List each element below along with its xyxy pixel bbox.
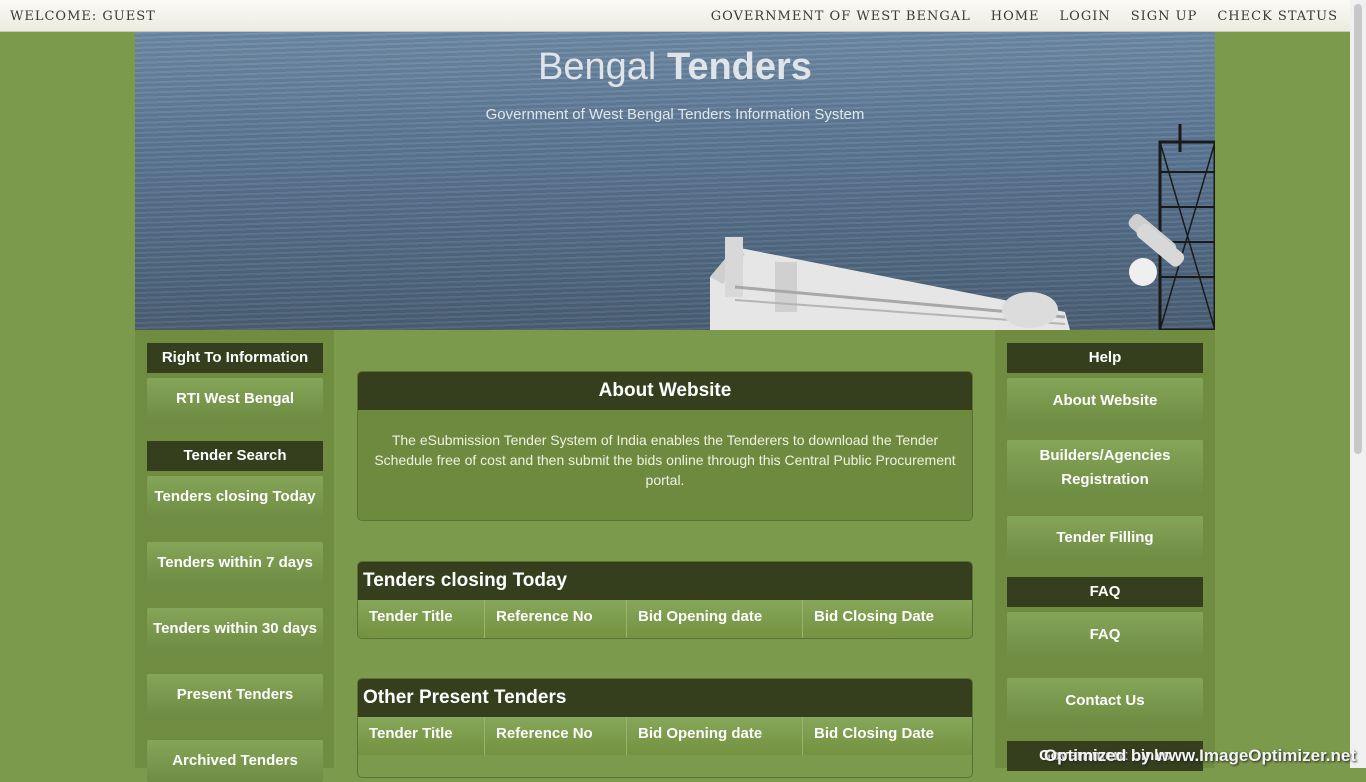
- scrollbar-thumb[interactable]: [1354, 4, 1362, 454]
- watermark-text: Optimized by www.ImageOptimizer.net: [1043, 746, 1356, 765]
- col-reference-no: Reference No: [485, 600, 627, 638]
- welcome-text: WELCOME: GUEST: [10, 9, 156, 24]
- tenders-within-30-days-link[interactable]: Tenders within 30 days: [147, 608, 323, 650]
- right-sidebar: Help About Website Builders/Agencies Reg…: [995, 330, 1215, 771]
- left-sidebar: Right To Information RTI West Bengal Ten…: [135, 330, 334, 782]
- col-tender-title: Tender Title: [358, 717, 485, 755]
- top-nav: GOVERNMENT OF WEST BENGAL HOME LOGIN SIG…: [711, 9, 1338, 24]
- top-bar: WELCOME: GUEST GOVERNMENT OF WEST BENGAL…: [0, 0, 1350, 32]
- faq-link[interactable]: FAQ: [1007, 612, 1203, 658]
- other-present-tenders-title: Other Present Tenders: [358, 679, 972, 717]
- tender-search-heading: Tender Search: [147, 441, 323, 471]
- rti-heading: Right To Information: [147, 343, 323, 373]
- archived-tenders-link[interactable]: Archived Tenders: [147, 740, 323, 782]
- about-website-text: The eSubmission Tender System of India e…: [358, 410, 972, 520]
- col-tender-title: Tender Title: [358, 600, 485, 638]
- contact-us-link[interactable]: Contact Us: [1007, 678, 1203, 724]
- main-content: About Website The eSubmission Tender Sys…: [335, 330, 994, 778]
- hero-banner: Bengal Tenders Government of West Bengal…: [135, 32, 1215, 330]
- tenders-closing-today-link[interactable]: Tenders closing Today: [147, 476, 323, 518]
- help-heading: Help: [1007, 343, 1203, 373]
- site-title-part2: Tenders: [666, 46, 812, 88]
- tenders-within-7-days-link[interactable]: Tenders within 7 days: [147, 542, 323, 584]
- nav-sign-up[interactable]: SIGN UP: [1131, 9, 1198, 24]
- col-bid-closing-date: Bid Closing Date: [814, 608, 935, 625]
- col-bid-closing-date: Bid Closing Date: [814, 725, 935, 742]
- vertical-scrollbar[interactable]: [1350, 0, 1366, 768]
- tender-filling-link[interactable]: Tender Filling: [1007, 516, 1203, 560]
- table-header-row: Tender Title Reference No Bid Opening da…: [358, 600, 972, 638]
- nav-login[interactable]: LOGIN: [1060, 9, 1111, 24]
- about-website-panel: About Website The eSubmission Tender Sys…: [357, 371, 973, 521]
- col-reference-no: Reference No: [485, 717, 627, 755]
- builders-agencies-registration-link[interactable]: Builders/Agencies Registration: [1007, 440, 1203, 496]
- col-bid-opening-date: Bid Opening date: [627, 717, 803, 755]
- about-website-link[interactable]: About Website: [1007, 378, 1203, 424]
- other-present-tenders-panel: Other Present Tenders Tender Title Refer…: [357, 678, 973, 778]
- nav-home[interactable]: HOME: [991, 9, 1040, 24]
- rti-west-bengal-link[interactable]: RTI West Bengal: [147, 378, 323, 420]
- about-website-title: About Website: [358, 372, 972, 410]
- tenders-closing-today-panel: Tenders closing Today Tender Title Refer…: [357, 561, 973, 639]
- faq-heading: FAQ: [1007, 577, 1203, 607]
- tenders-closing-today-title: Tenders closing Today: [358, 562, 972, 600]
- site-subtitle: Government of West Bengal Tenders Inform…: [485, 106, 865, 123]
- site-title: Bengal Tenders: [135, 46, 1215, 89]
- nav-check-status[interactable]: CHECK STATUS: [1217, 9, 1338, 24]
- nav-government-of-west-bengal[interactable]: GOVERNMENT OF WEST BENGAL: [711, 9, 971, 24]
- table-header-row: Tender Title Reference No Bid Opening da…: [358, 717, 972, 755]
- present-tenders-link[interactable]: Present Tenders: [147, 674, 323, 716]
- site-title-part1: Bengal: [538, 46, 667, 88]
- col-bid-opening-date: Bid Opening date: [627, 600, 803, 638]
